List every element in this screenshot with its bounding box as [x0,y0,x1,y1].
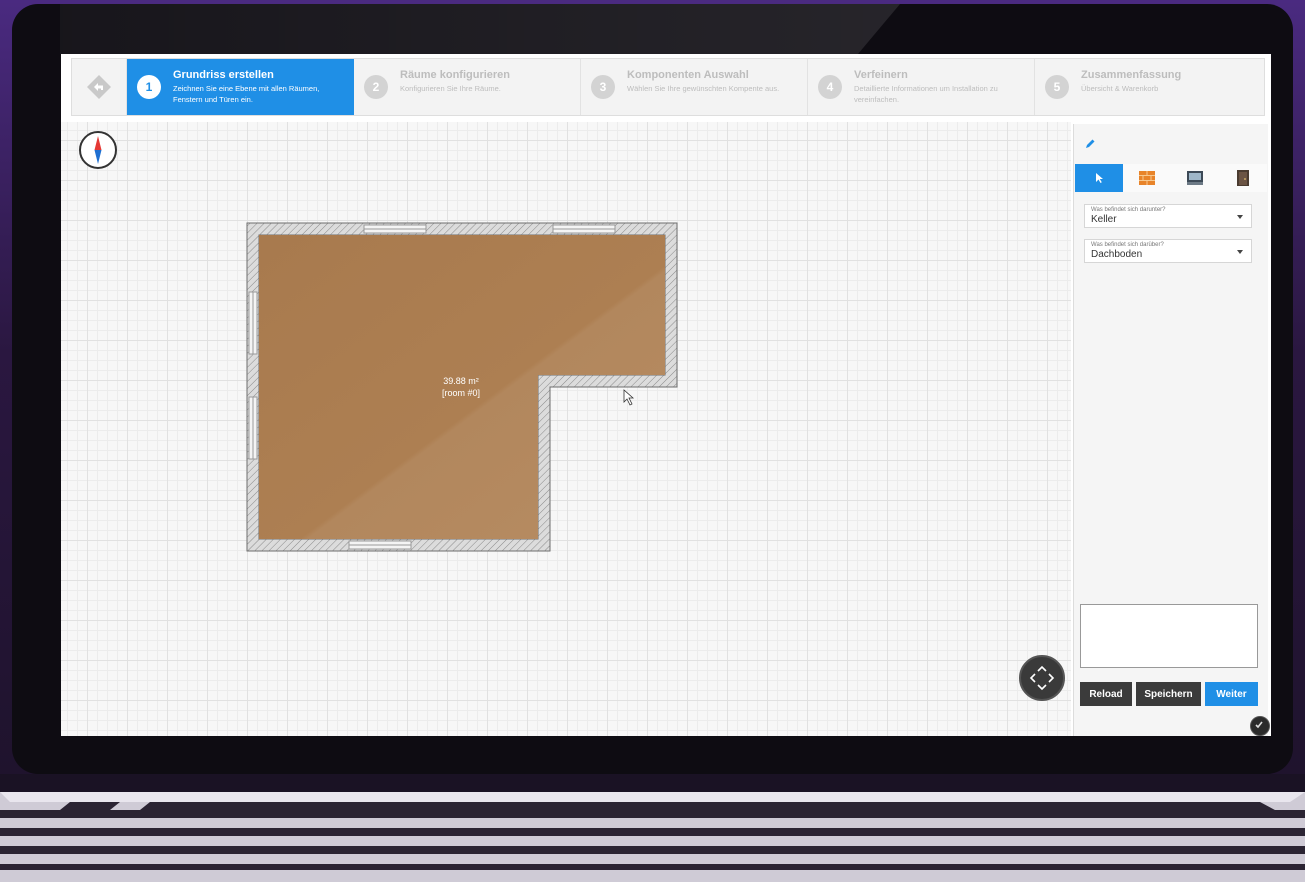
next-button[interactable]: Weiter [1205,682,1258,706]
above-floor-value: Dachboden [1091,249,1143,260]
step-description: Übersicht & Warenkorb [1081,84,1159,93]
bezel-reflection [60,4,900,54]
step-5-zusammenfassung[interactable]: 5 Zusammenfassung Übersicht & Warenkorb [1035,59,1262,115]
back-arrow-icon [87,75,111,99]
step-description: Wählen Sie Ihre gewünschten Kompente aus… [627,84,780,93]
step-title: Komponenten Auswahl [627,69,749,81]
room-info: 39.88 m² [room #0] [401,375,521,399]
tab-window[interactable] [1171,164,1219,192]
below-floor-label: Was befindet sich darunter? [1091,207,1166,213]
step-title: Räume konfigurieren [400,69,511,81]
wizard-stepper: 1 Grundriss erstellen Zeichnen Sie eine … [71,58,1265,116]
tab-wall[interactable] [1123,164,1171,192]
step-title: Grundriss erstellen [173,69,274,81]
chevron-down-icon [1237,215,1243,219]
pencil-icon[interactable] [1084,138,1096,150]
compass-icon [79,131,117,169]
floorplan-canvas[interactable]: 39.88 m² [room #0] [61,122,1071,736]
below-floor-value: Keller [1091,214,1117,225]
tab-door[interactable] [1219,164,1267,192]
step-1-grundriss[interactable]: 1 Grundriss erstellen Zeichnen Sie eine … [127,59,354,115]
step-description: Konfigurieren Sie Ihre Räume. [400,84,501,93]
brick-wall-icon [1139,171,1155,185]
step-number: 4 [818,75,842,99]
pointer-icon [1096,173,1103,183]
notes-textarea[interactable] [1080,604,1258,668]
floorplan-drawing [246,222,678,552]
chevron-down-icon [1237,250,1243,254]
laptop-base [0,774,1305,882]
app-screen: 1 Grundriss erstellen Zeichnen Sie eine … [61,54,1271,736]
tab-select[interactable] [1075,164,1123,192]
step-description: Zeichnen Sie eine Ebene mit allen Räumen… [173,84,320,104]
room-area: 39.88 m² [443,376,479,386]
tool-tabs [1075,164,1267,192]
pan-up-icon[interactable] [1037,665,1047,672]
step-number: 1 [137,75,161,99]
step-title: Verfeinern [854,69,908,81]
step-title: Zusammenfassung [1081,69,1182,81]
settings-badge-icon[interactable] [1250,716,1270,736]
reload-button[interactable]: Reload [1080,682,1132,706]
back-button[interactable] [72,59,127,115]
step-number: 5 [1045,75,1069,99]
room-name: [room #0] [441,388,481,398]
mouse-cursor-icon [623,389,635,406]
step-number: 2 [364,75,388,99]
properties-panel: Was befindet sich darunter? Keller Was b… [1073,124,1268,736]
step-2-raeume[interactable]: 2 Räume konfigurieren Konfigurieren Sie … [354,59,581,115]
step-3-komponenten[interactable]: 3 Komponenten Auswahl Wählen Sie Ihre ge… [581,59,808,115]
pan-left-icon[interactable] [1029,673,1036,683]
pan-down-icon[interactable] [1037,684,1047,691]
step-4-verfeinern[interactable]: 4 Verfeinern Detaillierte Informationen … [808,59,1035,115]
step-description: Detaillierte Informationen um Installati… [854,84,998,104]
pan-right-icon[interactable] [1048,673,1055,683]
above-floor-select[interactable]: Was befindet sich darüber? Dachboden [1084,239,1252,263]
step-number: 3 [591,75,615,99]
window-icon [1187,171,1203,185]
above-floor-label: Was befindet sich darüber? [1091,242,1164,248]
pan-navigation-control[interactable] [1019,655,1065,701]
save-button[interactable]: Speichern [1136,682,1201,706]
door-icon [1237,170,1249,186]
below-floor-select[interactable]: Was befindet sich darunter? Keller [1084,204,1252,228]
